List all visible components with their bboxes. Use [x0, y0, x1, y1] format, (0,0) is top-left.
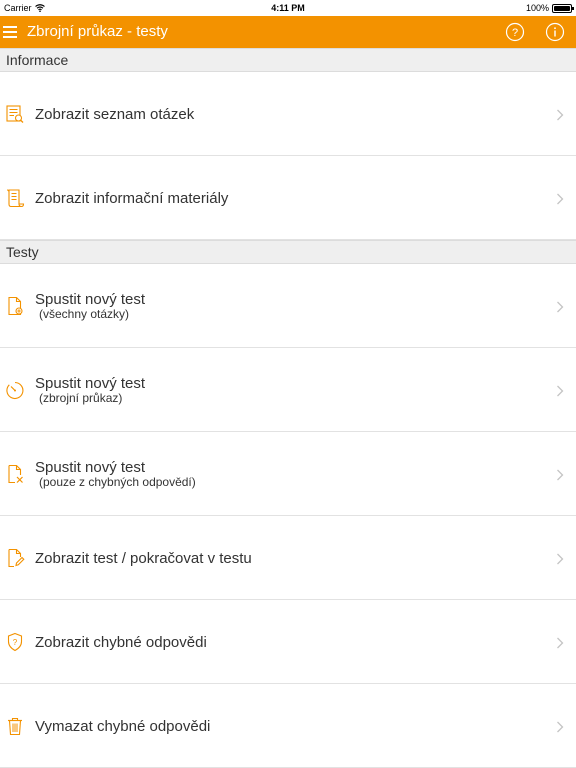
status-time: 4:11 PM — [271, 3, 305, 13]
shield-question-icon: ? — [7, 632, 23, 652]
chevron-right-icon — [557, 193, 564, 205]
list-item-show-wrong-answers[interactable]: ? Zobrazit chybné odpovědi — [0, 600, 576, 684]
chevron-right-icon — [557, 469, 564, 481]
list-item-new-test-license[interactable]: Spustit nový test (zbrojní průkaz) — [0, 348, 576, 432]
info-icon — [545, 22, 565, 42]
document-scroll-icon — [6, 189, 25, 208]
list-item-info-materials[interactable]: Zobrazit informační materiály — [0, 156, 576, 240]
chevron-right-icon — [557, 301, 564, 313]
battery-indicator: 100% — [525, 3, 574, 13]
list-item-question-list[interactable]: Zobrazit seznam otázek — [0, 72, 576, 156]
document-add-icon — [8, 296, 23, 316]
list-item-continue-test[interactable]: Zobrazit test / pokračovat v testu — [0, 516, 576, 600]
nav-bar: Zbrojní průkaz - testy ? — [0, 16, 576, 48]
document-x-icon — [8, 464, 23, 484]
list-item-label: Spustit nový test — [35, 375, 146, 392]
help-icon: ? — [505, 22, 525, 42]
svg-text:?: ? — [512, 27, 518, 39]
list-item-label: Zobrazit test / pokračovat v testu — [35, 550, 252, 567]
list-item-label: Vymazat chybné odpovědi — [35, 718, 211, 735]
list-item-label: Zobrazit informační materiály — [35, 190, 229, 207]
list-item-label: Zobrazit chybné odpovědi — [35, 634, 207, 651]
section-header-tests: Testy — [0, 240, 576, 264]
page-title: Zbrojní průkaz - testy — [27, 23, 168, 40]
section-header-info: Informace — [0, 48, 576, 72]
menu-button[interactable] — [0, 16, 20, 48]
chevron-right-icon — [557, 553, 564, 565]
battery-percent: 100% — [525, 3, 549, 13]
question-list-icon — [6, 105, 24, 123]
battery-icon — [552, 3, 574, 13]
list-item-new-test-wrong[interactable]: Spustit nový test (pouze z chybných odpo… — [0, 432, 576, 516]
chevron-right-icon — [557, 637, 564, 649]
list-item-delete-wrong-answers[interactable]: Vymazat chybné odpovědi — [0, 684, 576, 768]
chevron-right-icon — [557, 385, 564, 397]
svg-text:?: ? — [13, 638, 18, 647]
help-button[interactable]: ? — [505, 22, 525, 42]
list-item-sublabel: (pouze z chybných odpovědí) — [39, 475, 196, 489]
status-bar: Carrier 4:11 PM 100% — [0, 0, 576, 16]
list-item-label: Spustit nový test — [35, 291, 146, 308]
timer-icon — [6, 381, 24, 400]
chevron-right-icon — [557, 109, 564, 121]
list-item-sublabel: (všechny otázky) — [39, 307, 130, 321]
info-button[interactable] — [545, 22, 565, 42]
list-item-new-test-all[interactable]: Spustit nový test (všechny otázky) — [0, 264, 576, 348]
list-item-label: Spustit nový test — [35, 459, 146, 476]
list-item-sublabel: (zbrojní průkaz) — [39, 391, 123, 405]
hamburger-icon — [3, 26, 17, 38]
document-edit-icon — [8, 548, 25, 568]
trash-icon — [8, 717, 22, 736]
list-item-label: Zobrazit seznam otázek — [35, 106, 195, 123]
chevron-right-icon — [557, 721, 564, 733]
